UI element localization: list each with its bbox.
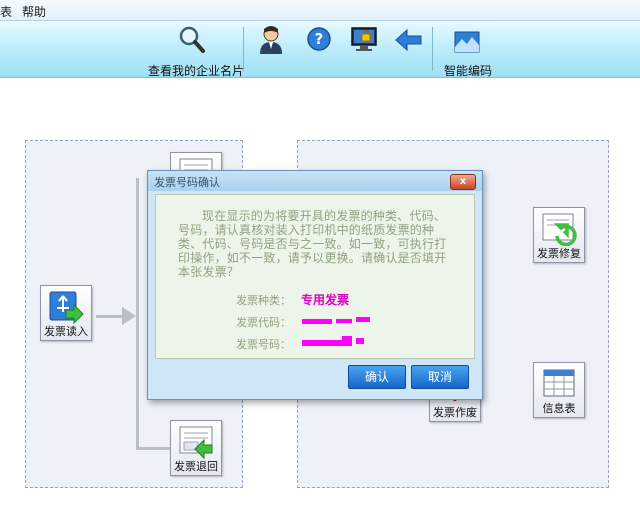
flow-arrow-head-icon xyxy=(122,307,136,325)
menu-item-partial[interactable]: 表 xyxy=(0,3,12,20)
invoice-type-label: 发票种类： xyxy=(236,294,291,307)
back-button[interactable] xyxy=(394,23,424,77)
invoice-return-label: 发票退回 xyxy=(174,460,218,473)
invoice-read-tile[interactable]: 发票读入 xyxy=(40,285,92,341)
business-card-button[interactable]: 查看我的企业名片 xyxy=(148,23,244,78)
menu-item-help[interactable]: 帮助 xyxy=(22,3,46,20)
smart-code-button[interactable]: 智能编码 xyxy=(444,23,494,78)
help-button[interactable]: ? xyxy=(304,23,334,77)
lock-screen-icon xyxy=(351,27,377,51)
dialog-title: 发票号码确认 xyxy=(154,176,220,189)
smart-code-icon xyxy=(454,31,480,53)
invoice-repair-label: 发票修复 xyxy=(537,247,581,260)
dialog-body: 现在显示的为将要开具的发票的种类、代码、号码，请认真核对装入打印机中的纸质发票的… xyxy=(155,194,475,359)
smart-code-label: 智能编码 xyxy=(444,64,493,78)
toolbar: 查看我的企业名片 ? 智能编码 xyxy=(0,21,640,78)
invoice-type-value: 专用发票 xyxy=(301,293,350,307)
cancel-button[interactable]: 取消 xyxy=(411,365,469,389)
lock-screen-button[interactable] xyxy=(350,23,380,77)
back-arrow-icon xyxy=(395,28,422,52)
confirm-button[interactable]: 确认 xyxy=(348,365,406,389)
help-icon: ? xyxy=(307,27,331,51)
flow-line-vertical xyxy=(136,178,139,450)
svg-text:?: ? xyxy=(315,30,324,48)
magnifier-icon xyxy=(179,26,205,53)
invoice-read-label: 发票读入 xyxy=(44,325,88,338)
invoice-return-tile[interactable]: 发票退回 xyxy=(170,420,222,476)
table-icon xyxy=(543,369,575,397)
dialog-message: 现在显示的为将要开具的发票的种类、代码、号码，请认真核对装入打印机中的纸质发票的… xyxy=(178,209,447,279)
invoice-void-label: 发票作废 xyxy=(433,406,477,419)
menu-bar: 表 帮助 xyxy=(0,0,640,21)
invoice-code-label: 发票代码： xyxy=(236,316,291,329)
toolbar-separator xyxy=(432,27,433,71)
invoice-return-icon xyxy=(179,426,213,459)
invoice-repair-tile[interactable]: 发票修复 xyxy=(533,207,585,263)
flow-line-branch xyxy=(136,447,170,450)
invoice-confirm-dialog: 发票号码确认 x 现在显示的为将要开具的发票的种类、代码、号码，请认真核对装入打… xyxy=(147,170,483,400)
user-icon xyxy=(260,26,282,54)
invoice-number-label: 发票号码： xyxy=(236,338,291,351)
close-icon[interactable]: x xyxy=(450,174,476,190)
info-table-label: 信息表 xyxy=(542,402,576,415)
info-table-tile[interactable]: 信息表 xyxy=(533,362,585,418)
business-card-label: 查看我的企业名片 xyxy=(148,64,245,78)
dialog-title-bar: 发票号码确认 x xyxy=(148,171,482,191)
invoice-repair-icon xyxy=(542,213,577,246)
usb-import-icon xyxy=(49,291,84,324)
user-button[interactable] xyxy=(256,23,286,77)
toolbar-separator xyxy=(243,27,244,71)
